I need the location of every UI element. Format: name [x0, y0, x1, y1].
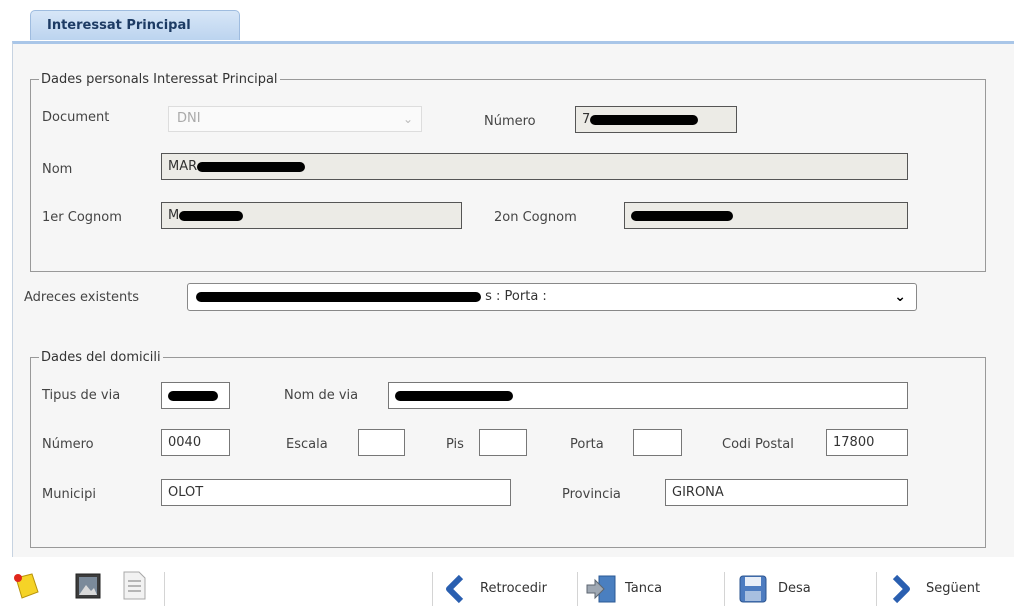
- tanca-button[interactable]: Tanca: [585, 574, 720, 604]
- redaction-mark: [197, 161, 306, 172]
- cognom1-field[interactable]: M: [161, 202, 462, 229]
- exit-door-icon: [585, 574, 616, 604]
- nom-via-label: Nom de via: [284, 388, 359, 403]
- numero-doc-field[interactable]: 7: [575, 106, 737, 133]
- redaction-mark: [179, 210, 244, 221]
- toolbar-divider: [432, 572, 433, 606]
- toolbar-divider: [577, 572, 578, 606]
- chevron-right-icon: [886, 574, 916, 604]
- tanca-label: Tanca: [625, 581, 663, 596]
- redaction-mark: [395, 390, 513, 401]
- new-document-icon[interactable]: [12, 570, 40, 600]
- redaction-mark: [590, 114, 699, 125]
- retrocedir-button[interactable]: Retrocedir: [440, 574, 575, 604]
- nom-label: Nom: [42, 162, 73, 177]
- save-floppy-icon: [738, 574, 768, 604]
- report-icon[interactable]: [120, 570, 148, 600]
- numero-doc-label: Número: [484, 114, 536, 129]
- seguent-label: Següent: [926, 581, 981, 596]
- escala-label: Escala: [286, 437, 328, 452]
- adreces-select-value: s : Porta :: [485, 289, 547, 304]
- personal-data-legend: Dades personals Interessat Principal: [41, 72, 278, 87]
- desa-button[interactable]: Desa: [738, 574, 868, 604]
- codi-postal-label: Codi Postal: [722, 437, 794, 452]
- seguent-button[interactable]: Següent: [886, 574, 1010, 604]
- redaction-mark: [168, 390, 218, 401]
- cognom1-value: M: [168, 208, 180, 223]
- cognom1-label: 1er Cognom: [42, 210, 122, 225]
- numero-label: Número: [42, 437, 94, 452]
- municipi-label: Municipi: [42, 487, 96, 502]
- municipi-field[interactable]: OLOT: [161, 479, 511, 506]
- redaction-mark: [631, 210, 733, 221]
- tipus-via-label: Tipus de via: [42, 388, 121, 403]
- image-icon[interactable]: [74, 570, 102, 600]
- tipus-via-field[interactable]: [161, 382, 230, 409]
- codi-postal-field[interactable]: 17800: [826, 429, 908, 456]
- adreces-label: Adreces existents: [24, 290, 140, 305]
- provincia-label: Provincia: [562, 487, 621, 502]
- document-select[interactable]: DNI ⌄: [168, 106, 422, 132]
- document-select-value: DNI: [177, 111, 201, 126]
- numero-field[interactable]: 0040: [161, 429, 230, 456]
- nom-field[interactable]: MAR: [161, 153, 908, 180]
- cognom2-field[interactable]: [624, 202, 908, 229]
- document-label: Document: [42, 110, 110, 125]
- redaction-mark: [196, 291, 481, 302]
- chevron-down-icon: ⌄: [894, 289, 906, 305]
- toolbar-divider: [724, 572, 725, 606]
- retrocedir-label: Retrocedir: [480, 581, 547, 596]
- pis-field[interactable]: [479, 429, 527, 456]
- porta-label: Porta: [570, 437, 604, 452]
- escala-field[interactable]: [358, 429, 405, 456]
- bottom-toolbar: Retrocedir Tanca Desa Següent: [0, 570, 1014, 609]
- numero-doc-value: 7: [582, 112, 591, 127]
- pis-label: Pis: [446, 437, 464, 452]
- provincia-field[interactable]: GIRONA: [665, 479, 908, 506]
- porta-field[interactable]: [633, 429, 682, 456]
- toolbar-divider: [164, 572, 165, 606]
- desa-label: Desa: [778, 581, 811, 596]
- nom-value: MAR: [168, 159, 198, 174]
- domicili-legend: Dades del domicili: [41, 350, 161, 365]
- adreces-select[interactable]: s : Porta : ⌄: [187, 283, 917, 311]
- chevron-left-icon: [440, 574, 470, 604]
- nom-via-field[interactable]: [388, 382, 908, 409]
- toolbar-divider: [876, 572, 877, 606]
- cognom2-label: 2on Cognom: [494, 210, 577, 225]
- chevron-down-icon: ⌄: [402, 112, 413, 126]
- tab-interessat-principal[interactable]: Interessat Principal: [30, 10, 240, 40]
